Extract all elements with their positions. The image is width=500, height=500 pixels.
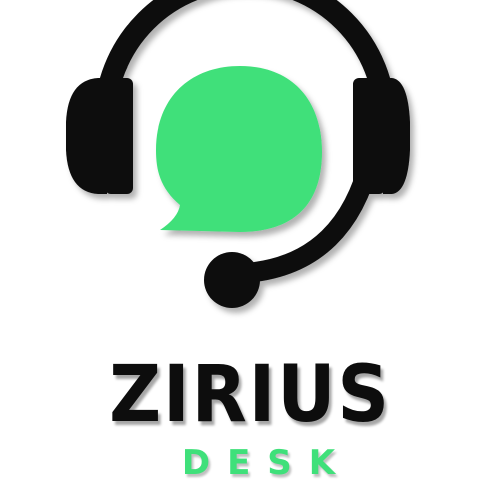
chat-bubble-icon bbox=[156, 66, 322, 232]
brand-subtitle: DESK bbox=[181, 443, 353, 483]
right-ear-cup-icon bbox=[383, 78, 410, 194]
left-ear-cup-icon bbox=[66, 78, 107, 194]
microphone-icon bbox=[204, 252, 260, 308]
headset-chat-bubble-icon bbox=[66, 0, 410, 308]
logo: ZIRIUS DESK bbox=[0, 0, 500, 500]
brand-name: ZIRIUS bbox=[109, 350, 391, 440]
